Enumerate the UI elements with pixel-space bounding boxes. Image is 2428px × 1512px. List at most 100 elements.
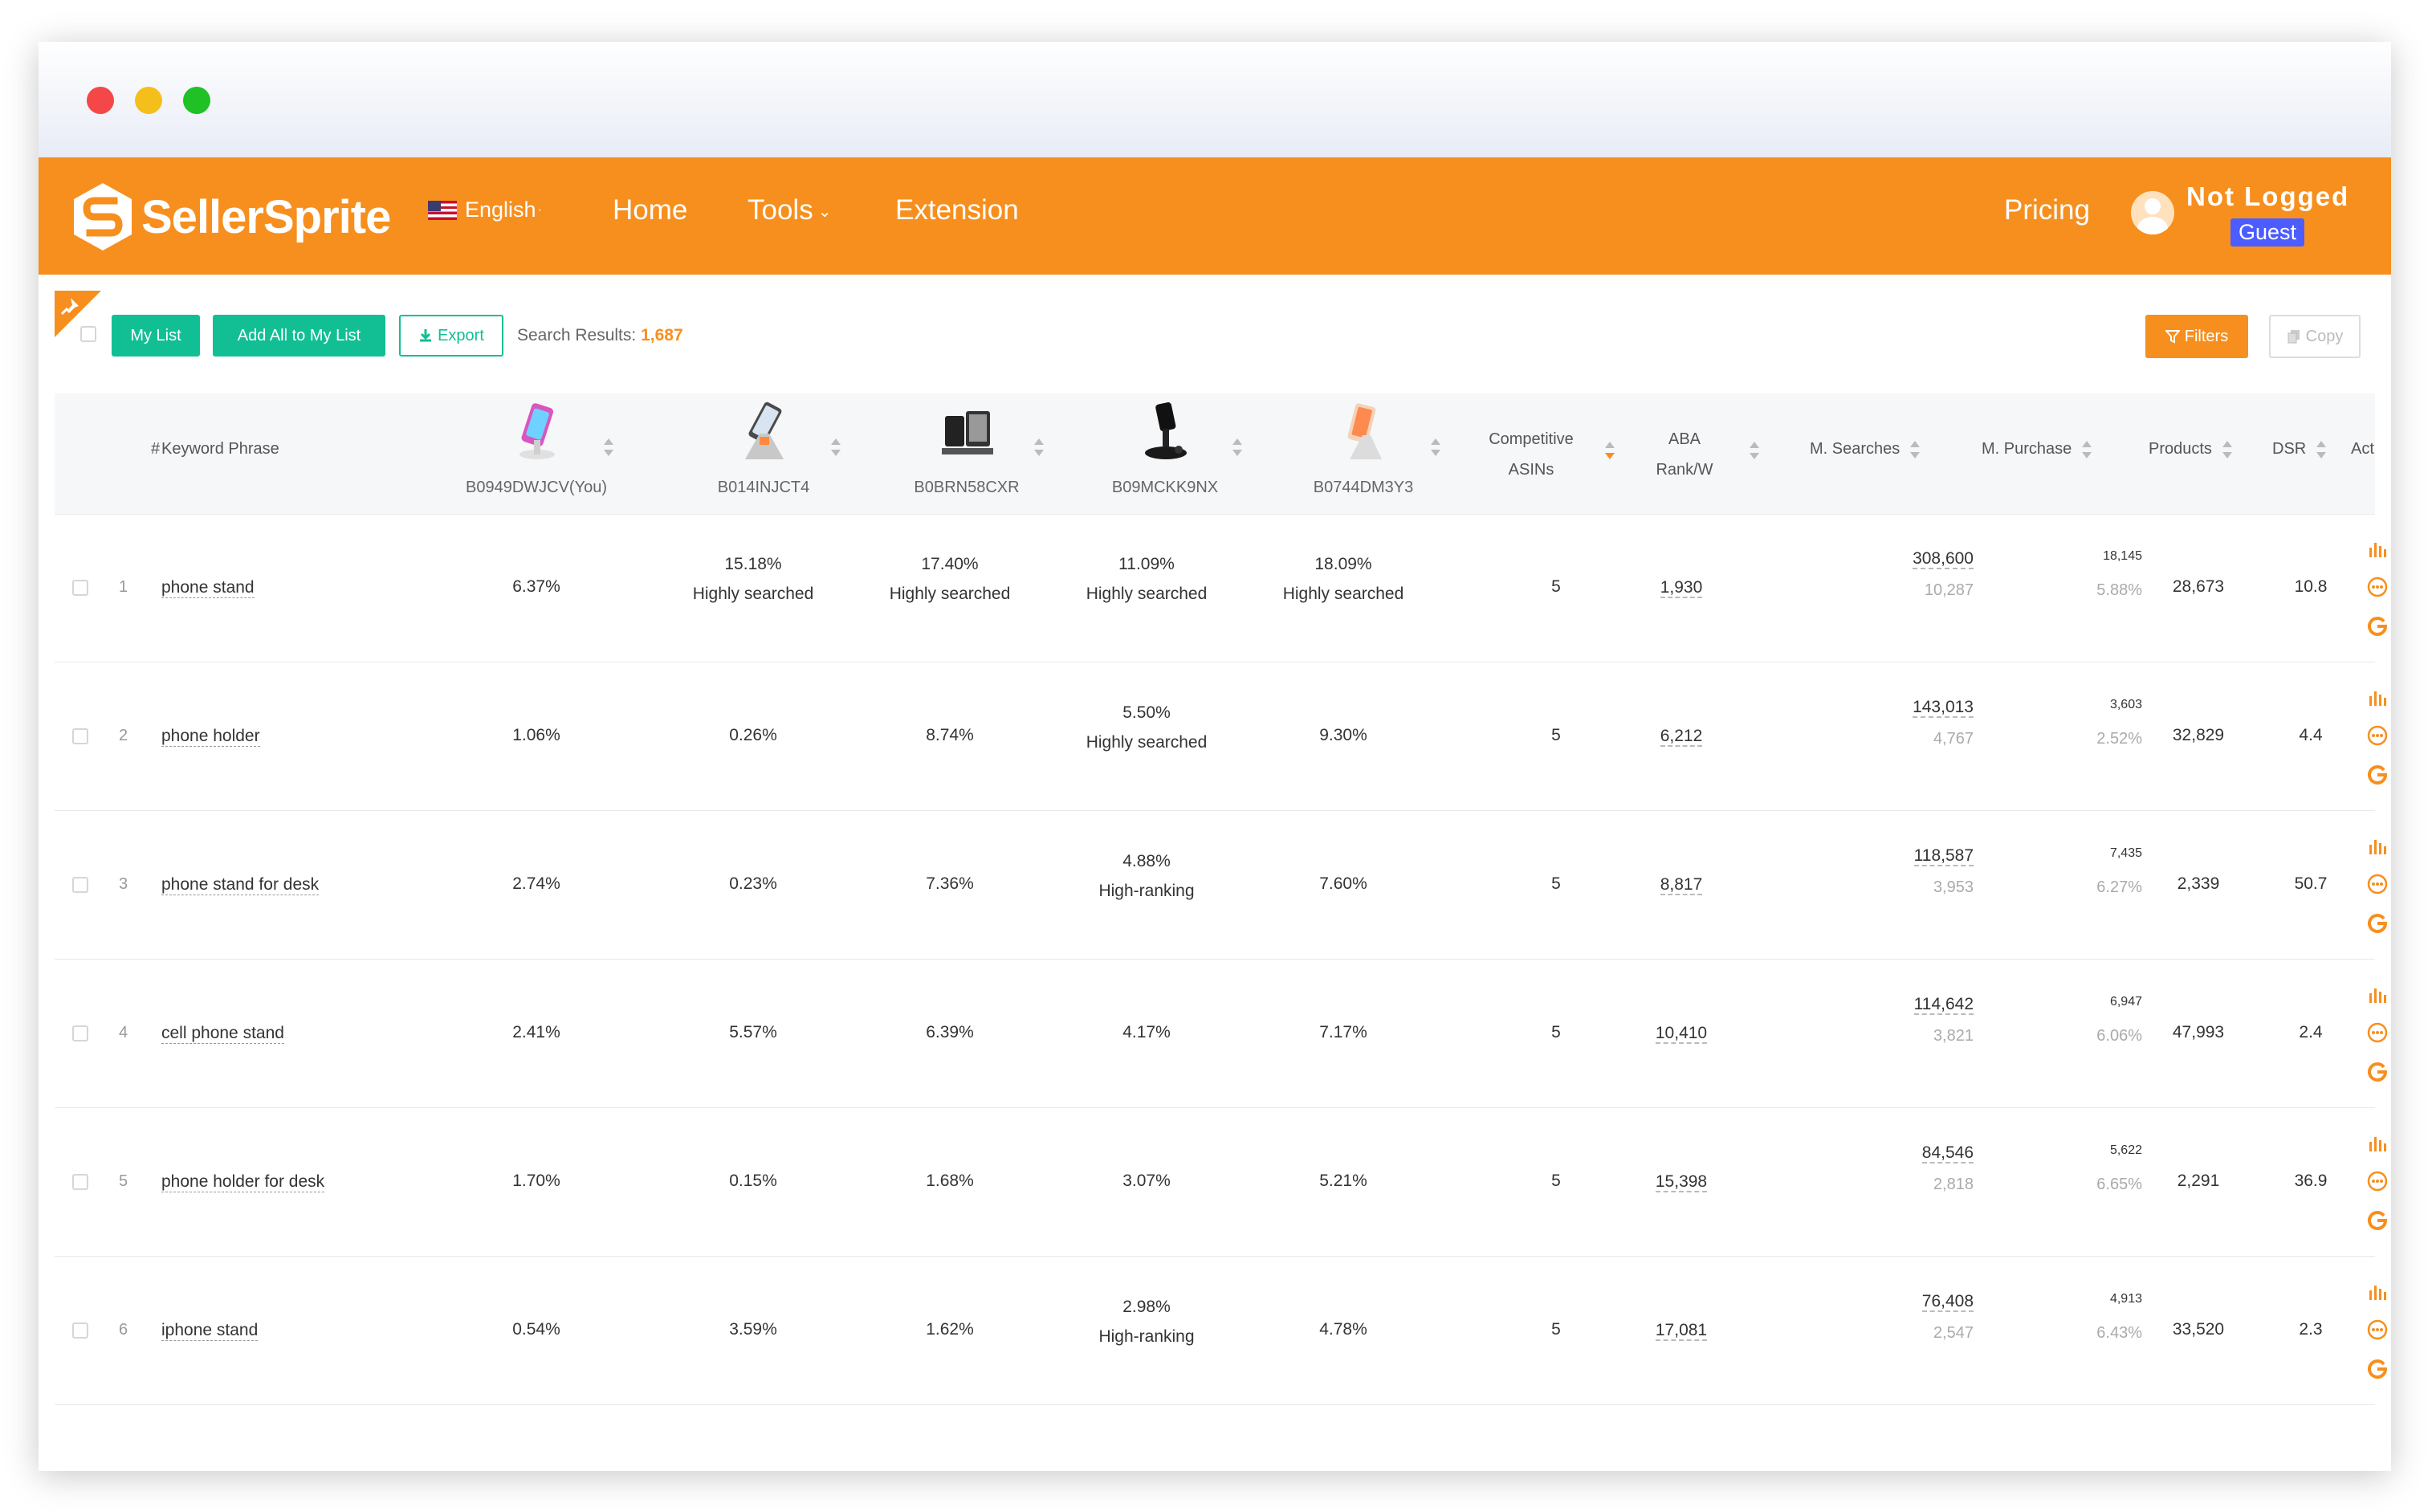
sort-products-icon[interactable]: [2222, 440, 2233, 458]
share-value: 6.39%: [926, 1023, 974, 1041]
header-product-1[interactable]: B0949DWJCV(You): [432, 401, 641, 506]
header-searches[interactable]: M. Searches: [1810, 440, 1921, 458]
nav-extension-link[interactable]: Extension: [895, 194, 1019, 226]
bar-chart-icon[interactable]: [2367, 984, 2388, 1005]
sort-competitive-icon[interactable]: [1604, 442, 1615, 459]
header-product-2[interactable]: B014INJCT4: [659, 401, 868, 506]
competitive-asins-value: 5: [1551, 726, 1561, 744]
searches-value: 308,600: [1913, 549, 1974, 569]
google-icon[interactable]: [2367, 912, 2388, 933]
share-value: 0.26%: [729, 726, 777, 744]
header-aba-rank[interactable]: ABA Rank/W: [1636, 424, 1733, 485]
searches-sub-value: 3,953: [1933, 878, 1974, 896]
bar-chart-icon[interactable]: [2367, 538, 2388, 559]
bar-chart-icon[interactable]: [2367, 687, 2388, 707]
more-icon[interactable]: [2367, 1022, 2388, 1043]
monthly-searches[interactable]: 76,408: [1877, 1292, 1974, 1312]
sort-product-4-icon[interactable]: [1232, 438, 1243, 456]
avatar[interactable]: [2131, 191, 2174, 234]
share-tag: Highly searched: [1282, 585, 1404, 603]
google-icon[interactable]: [2367, 1358, 2388, 1379]
row-checkbox[interactable]: [72, 1025, 88, 1041]
google-icon[interactable]: [2367, 615, 2388, 636]
bar-chart-icon[interactable]: [2367, 1132, 2388, 1153]
more-icon[interactable]: [2367, 874, 2388, 895]
sort-product-3-icon[interactable]: [1033, 438, 1045, 456]
sort-searches-icon[interactable]: [1909, 440, 1921, 458]
aba-rank-value[interactable]: 6,212: [1633, 727, 1729, 747]
keyword-link[interactable]: cell phone stand: [161, 1024, 284, 1044]
header-product-5[interactable]: B0744DM3Y3: [1259, 401, 1468, 506]
language-selector[interactable]: English ·: [428, 198, 542, 222]
google-icon[interactable]: [2367, 1209, 2388, 1230]
row-checkbox[interactable]: [72, 1322, 88, 1339]
product-share-1: 1.70%: [472, 1166, 601, 1196]
keyword-link[interactable]: phone stand for desk: [161, 875, 320, 895]
share-value: 3.59%: [729, 1320, 777, 1339]
more-icon[interactable]: [2367, 577, 2388, 597]
aba-rank-value[interactable]: 17,081: [1633, 1321, 1729, 1341]
brand-logo[interactable]: SellerSprite: [72, 180, 391, 254]
header-product-4[interactable]: B09MCKK9NX: [1061, 401, 1269, 506]
nav-pricing-link[interactable]: Pricing: [2004, 194, 2090, 226]
header-products-label: Products: [2149, 440, 2212, 458]
share-value: 1.68%: [926, 1172, 974, 1190]
bar-chart-icon[interactable]: [2367, 835, 2388, 856]
monthly-searches[interactable]: 143,013: [1877, 698, 1974, 718]
aba-rank-value[interactable]: 8,817: [1633, 875, 1729, 895]
export-button[interactable]: Export: [399, 315, 503, 357]
header-product-3[interactable]: B0BRN58CXR: [862, 401, 1071, 506]
nav-home-link[interactable]: Home: [613, 194, 687, 226]
dsr-value: 36.9: [2294, 1172, 2328, 1190]
select-all-checkbox[interactable]: [80, 326, 96, 342]
keyword-link[interactable]: phone holder: [161, 727, 260, 747]
google-icon[interactable]: [2367, 764, 2388, 785]
sort-aba-icon[interactable]: [1749, 442, 1760, 459]
aba-rank-value[interactable]: 1,930: [1633, 578, 1729, 598]
my-list-button[interactable]: My List: [112, 315, 200, 357]
aba-rank-value[interactable]: 10,410: [1633, 1024, 1729, 1044]
products-count: 32,829: [2172, 726, 2225, 744]
header-dsr[interactable]: DSR: [2272, 440, 2327, 458]
keyword-link[interactable]: phone holder for desk: [161, 1172, 325, 1192]
product-share-1: 6.37%: [472, 572, 601, 601]
maximize-window-button[interactable]: [183, 87, 210, 114]
sort-product-2-icon[interactable]: [830, 438, 841, 456]
monthly-searches[interactable]: 114,642: [1877, 995, 1974, 1015]
more-icon[interactable]: [2367, 725, 2388, 746]
filters-button[interactable]: Filters: [2145, 315, 2248, 358]
header-competitive-asins[interactable]: Competitive ASINs: [1471, 424, 1591, 485]
sort-dsr-icon[interactable]: [2316, 440, 2327, 458]
bar-chart-icon[interactable]: [2367, 1281, 2388, 1302]
google-icon[interactable]: [2367, 1061, 2388, 1082]
aba-rank-value[interactable]: 15,398: [1633, 1172, 1729, 1192]
sort-product-5-icon[interactable]: [1430, 438, 1441, 456]
minimize-window-button[interactable]: [135, 87, 162, 114]
user-name[interactable]: Not Logged: [2186, 181, 2349, 212]
header-purchase[interactable]: M. Purchase: [1982, 440, 2092, 458]
searches-value: 114,642: [1913, 995, 1974, 1015]
copy-button[interactable]: Copy: [2269, 315, 2361, 358]
monthly-searches[interactable]: 308,600: [1877, 549, 1974, 569]
close-window-button[interactable]: [87, 87, 114, 114]
row-checkbox[interactable]: [72, 580, 88, 596]
header-products[interactable]: Products: [2149, 440, 2233, 458]
more-icon[interactable]: [2367, 1319, 2388, 1340]
keyword-link[interactable]: iphone stand: [161, 1321, 259, 1341]
add-all-to-my-list-button[interactable]: Add All to My List: [213, 315, 385, 357]
sort-product-1-icon[interactable]: [603, 438, 614, 456]
product-share-4: 4.88% High-ranking: [1066, 846, 1227, 906]
products-count: 47,993: [2172, 1023, 2225, 1041]
row-checkbox[interactable]: [72, 877, 88, 893]
row-checkbox[interactable]: [72, 1174, 88, 1190]
more-icon[interactable]: [2367, 1171, 2388, 1192]
sort-purchase-icon[interactable]: [2081, 440, 2092, 458]
product-share-5: 4.78%: [1263, 1314, 1424, 1344]
table-row: 2 phone holder 1.06% 0.26% 8.74% 5.50% Hi…: [55, 662, 2388, 811]
row-checkbox[interactable]: [72, 728, 88, 744]
nav-tools-menu[interactable]: Tools ⌄: [748, 194, 831, 226]
product-share-4: 2.98% High-ranking: [1066, 1292, 1227, 1351]
keyword-link[interactable]: phone stand: [161, 578, 255, 598]
monthly-searches[interactable]: 118,587: [1877, 846, 1974, 866]
monthly-searches[interactable]: 84,546: [1877, 1143, 1974, 1164]
